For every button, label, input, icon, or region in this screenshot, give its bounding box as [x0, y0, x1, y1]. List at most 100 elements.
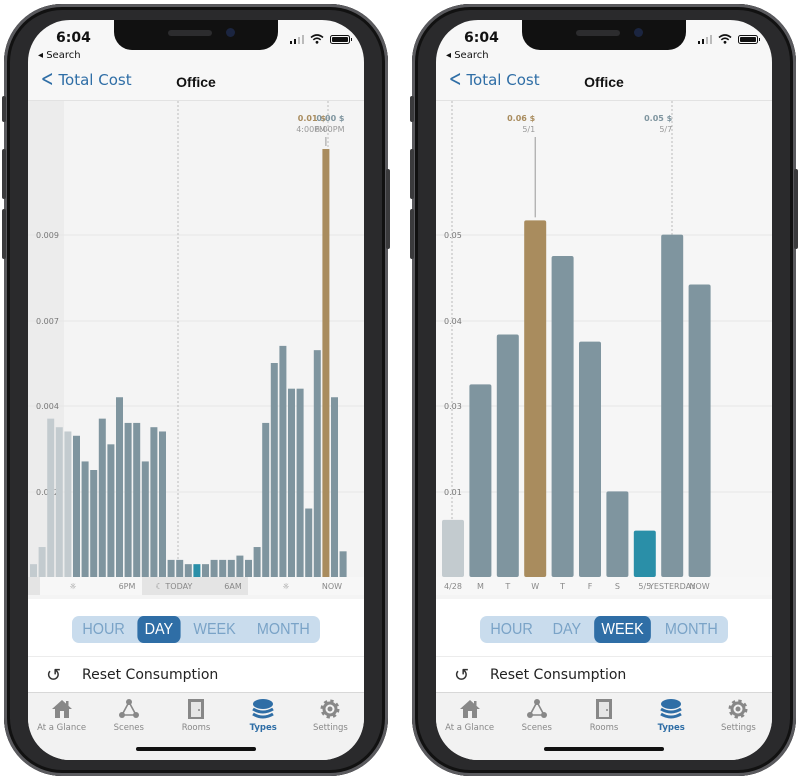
bar[interactable] [107, 444, 115, 577]
segment-week[interactable]: WEEK [186, 616, 243, 643]
mute-switch [410, 96, 414, 122]
bar[interactable] [313, 350, 321, 577]
camera-icon [634, 28, 643, 37]
status-back-link[interactable]: ◂ Search [38, 50, 81, 61]
bar[interactable] [159, 431, 166, 577]
bar[interactable] [90, 470, 98, 577]
tab-label: Scenes [113, 723, 144, 733]
tab-label: Settings [720, 723, 756, 733]
bar[interactable] [551, 256, 574, 577]
gear-icon [728, 699, 748, 719]
status-back-link[interactable]: ◂ Search [446, 50, 489, 61]
bar[interactable] [219, 559, 227, 577]
x-tick-label: NOW [322, 582, 342, 591]
bar[interactable] [288, 388, 295, 577]
annotation-value: 0.06 $ [507, 114, 536, 123]
home-indicator[interactable] [136, 747, 256, 751]
bar[interactable] [270, 363, 278, 577]
bar[interactable] [279, 345, 287, 577]
nav-bar: < Total Cost Office [436, 64, 772, 101]
bar[interactable] [253, 547, 261, 577]
bar[interactable] [236, 555, 244, 577]
segment-month[interactable]: MONTH [249, 616, 316, 643]
tab-at-a-glance[interactable]: At a Glance [28, 693, 95, 760]
tab-label: Types [657, 723, 685, 733]
reset-consumption-row[interactable]: ↺ Reset Consumption [28, 656, 364, 693]
segment-month[interactable]: MONTH [657, 616, 724, 643]
volume-up-button [2, 149, 6, 199]
bar[interactable] [38, 547, 46, 577]
bar[interactable] [150, 427, 158, 577]
tab-label: Settings [312, 723, 348, 733]
status-back-label[interactable]: Search [46, 50, 80, 61]
bar[interactable] [633, 530, 656, 577]
bar[interactable] [442, 519, 464, 577]
reset-consumption-row[interactable]: ↺ Reset Consumption [436, 656, 772, 693]
bar[interactable] [245, 559, 252, 577]
day-chart[interactable]: 0.0090.0070.0040.0020.01 $4:00PM0.00 $6:… [28, 101, 364, 599]
nav-bar: < Total Cost Office [28, 64, 364, 101]
segment-day[interactable]: DAY [545, 616, 588, 643]
bar[interactable] [661, 234, 684, 577]
bar[interactable] [331, 397, 338, 577]
bar[interactable] [210, 559, 218, 577]
bar[interactable] [98, 418, 106, 577]
y-tick-label: 0.04 [444, 317, 462, 326]
status-back-label[interactable]: Search [454, 50, 488, 61]
week-chart[interactable]: 0.05 0.04 0.03 0.01 0.06 $ 5/1 0.05 $ 5/7 4/28 M T… [436, 101, 772, 599]
segment-week[interactable]: WEEK [593, 616, 651, 643]
period-segmented-control: HOUR DAY WEEK MONTH [28, 616, 364, 643]
bar[interactable] [64, 431, 72, 577]
reset-label[interactable]: Reset Consumption [82, 667, 218, 683]
bar[interactable] [73, 435, 80, 577]
segment-hour[interactable]: HOUR [75, 616, 132, 643]
bar[interactable] [322, 149, 330, 577]
bar[interactable] [124, 422, 132, 577]
bar[interactable] [167, 559, 175, 577]
screen: 6:04 ◂ Search < Total Cost Office 0.009 0.… [28, 20, 364, 760]
bar[interactable] [193, 564, 201, 577]
battery-icon [330, 34, 352, 44]
bar[interactable] [227, 559, 235, 577]
bar[interactable] [496, 334, 519, 577]
bar[interactable] [141, 461, 149, 577]
bar[interactable] [47, 418, 55, 577]
y-tick-label: 0.009 [36, 231, 59, 240]
day-chart-svg[interactable]: 0.0090.0070.0040.0020.01 $4:00PM0.00 $6:… [28, 101, 364, 599]
tab-at-a-glance[interactable]: At a Glance [436, 693, 503, 760]
tab-settings[interactable]: Settings [705, 693, 772, 760]
bar[interactable] [184, 564, 192, 577]
bar[interactable] [116, 397, 123, 577]
x-axis-strip [436, 577, 772, 595]
status-icons [697, 34, 760, 44]
bar[interactable] [524, 220, 547, 577]
bar[interactable] [688, 284, 711, 577]
bar[interactable] [55, 427, 63, 577]
wifi-icon [310, 34, 324, 44]
x-tick-label: YESTERDAY [648, 582, 695, 591]
tab-settings[interactable]: Settings [297, 693, 364, 760]
bar[interactable] [81, 461, 89, 577]
power-button [386, 169, 390, 249]
bar[interactable] [469, 384, 492, 577]
home-indicator[interactable] [544, 747, 664, 751]
phone-right: 6:04 ◂ Search < Total Cost Office 0.05 0.0… [410, 4, 798, 776]
layers-icon [252, 699, 274, 719]
bar[interactable] [606, 491, 629, 577]
reset-label[interactable]: Reset Consumption [490, 667, 626, 683]
bar[interactable] [579, 341, 601, 577]
bar[interactable] [202, 564, 209, 577]
bar[interactable] [339, 551, 347, 577]
bar[interactable] [262, 422, 270, 577]
x-tick-label: ☼ [69, 582, 76, 591]
bar[interactable] [30, 564, 37, 577]
bar[interactable] [176, 559, 184, 577]
segment-day[interactable]: DAY [137, 616, 181, 643]
bar[interactable] [305, 508, 313, 577]
bar[interactable] [133, 422, 141, 577]
bar[interactable] [296, 388, 304, 577]
x-tick-label: NOW [689, 582, 709, 591]
page-title: Office [584, 74, 624, 90]
segment-hour[interactable]: HOUR [483, 616, 540, 643]
week-chart-svg[interactable]: 0.05 0.04 0.03 0.01 0.06 $ 5/1 0.05 $ 5/7 4/28 M T… [436, 101, 772, 599]
